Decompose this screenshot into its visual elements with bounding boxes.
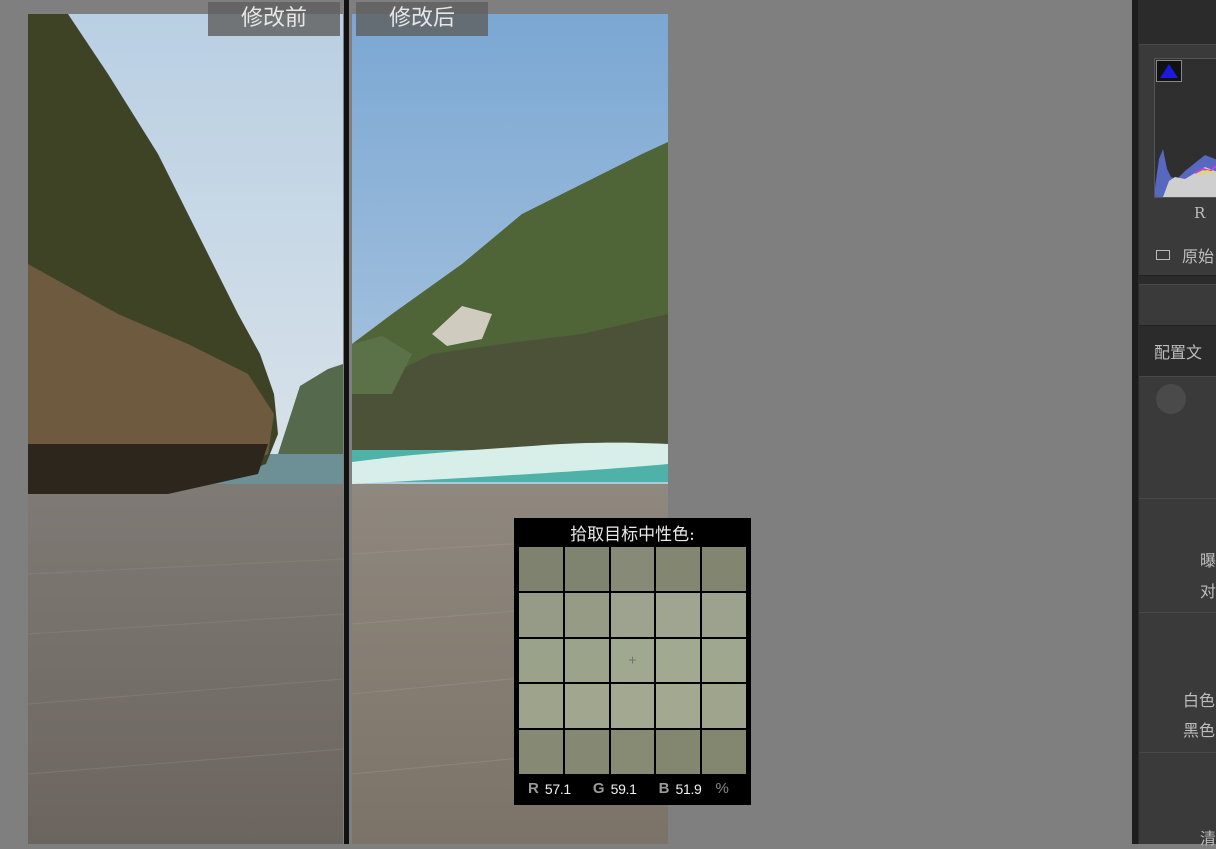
blue-readout: B 51.9 [658,780,702,797]
loupe-swatch [519,684,563,729]
loupe-swatch [702,684,746,729]
loupe-swatch [519,547,563,591]
profile-browser-icon[interactable] [1156,384,1186,414]
loupe-swatch [564,684,609,729]
panel-edge [1132,0,1138,844]
loupe-swatch-grid: + [519,547,746,774]
shadow-clipping-toggle[interactable] [1156,60,1182,82]
original-photo-label: 原始 [1182,247,1215,266]
original-photo-checkbox[interactable] [1156,250,1170,260]
loupe-swatch [610,592,655,637]
loupe-swatch [656,592,701,637]
profile-label: 配置文 [1154,343,1203,362]
exposure-label: 曝 [1200,551,1216,570]
loupe-swatch [610,730,655,774]
loupe-title: 拾取目标中性色: [570,525,695,545]
whites-label: 白色 [1183,691,1216,710]
loupe-swatch [564,547,609,591]
loupe-swatch [702,592,746,637]
before-label: 修改前 [208,2,340,36]
percent-unit: % [715,780,729,797]
loupe-readout: R 57.1 G 59.1 B 51.9 % [528,780,743,797]
compare-divider[interactable] [344,0,349,844]
toolbar-strip [1139,284,1216,326]
clarity-label: 清 [1200,829,1216,848]
clipping-triangle-icon [1160,64,1178,78]
loupe-swatch [564,730,609,774]
blacks-label: 黑色 [1183,721,1216,740]
loupe-swatch [564,592,609,637]
loupe-swatch [656,684,701,729]
loupe-swatch [702,547,746,591]
loupe-swatch [519,592,563,637]
crosshair-icon: + [627,653,638,667]
loupe-swatch [564,638,609,683]
loupe-swatch [610,684,655,729]
loupe-swatch [656,638,701,683]
histogram-channel-readout: R [1194,204,1206,222]
loupe-swatch [702,638,746,683]
green-readout: G 59.1 [592,780,637,797]
photo-before[interactable] [28,14,343,844]
loupe-swatch [656,547,701,591]
photo-before-image [28,14,343,844]
contrast-label: 对 [1200,582,1216,601]
loupe-swatch [656,730,701,774]
loupe-swatch [610,547,655,591]
neutral-picker-loupe: 拾取目标中性色: + R 57.1 G 59.1 B 51.9 % [514,518,751,805]
loupe-swatch: + [610,638,655,683]
loupe-swatch [519,730,563,774]
red-readout: R 57.1 [528,780,571,797]
loupe-swatch [519,638,563,683]
loupe-swatch [702,730,746,774]
after-label: 修改后 [356,2,488,36]
